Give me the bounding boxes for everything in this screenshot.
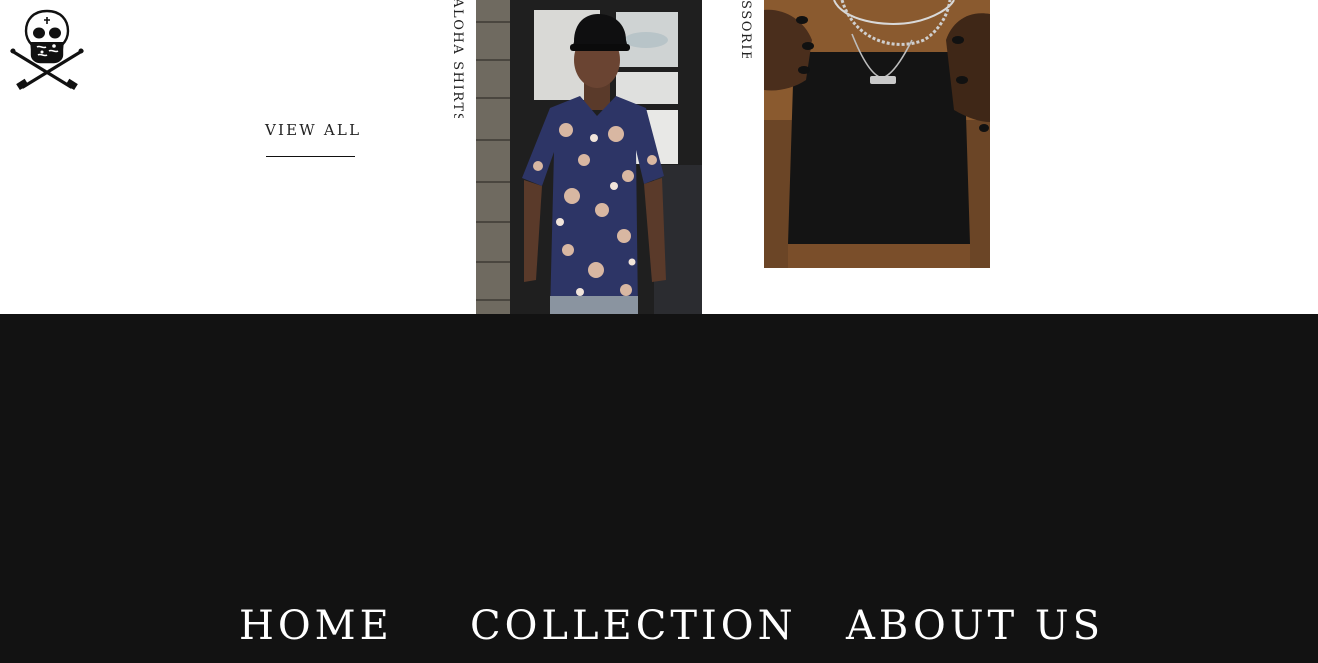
aloha-shirts-label[interactable]: ALOHA SHIRTS bbox=[450, 0, 465, 118]
nav-home-link[interactable]: HOME bbox=[239, 602, 393, 650]
accessories-label-text: SSORIES bbox=[738, 0, 753, 58]
nav-collection-link[interactable]: COLLECTION bbox=[470, 602, 797, 650]
site-logo[interactable] bbox=[9, 9, 85, 91]
skull-crossed-swords-icon bbox=[10, 9, 84, 91]
accessories-card[interactable] bbox=[764, 0, 990, 268]
aloha-shirt-model-image bbox=[476, 0, 702, 314]
nav-about-us-link[interactable]: ABOUT US bbox=[846, 602, 1104, 650]
site-footer: HOME COLLECTION ABOUT US bbox=[0, 314, 1318, 663]
accessories-model-image bbox=[764, 0, 990, 268]
view-all-link[interactable]: VIEW ALL bbox=[265, 121, 361, 139]
page: VIEW ALL ALOHA SHIRTS SSORIES HOME COLLE… bbox=[0, 0, 1318, 663]
view-all-underline bbox=[266, 156, 355, 157]
footer-nav: HOME COLLECTION ABOUT US bbox=[0, 602, 1318, 662]
collection-section: VIEW ALL ALOHA SHIRTS SSORIES bbox=[0, 0, 1318, 314]
accessories-label[interactable]: SSORIES bbox=[738, 0, 753, 58]
aloha-shirts-card[interactable] bbox=[476, 0, 702, 314]
